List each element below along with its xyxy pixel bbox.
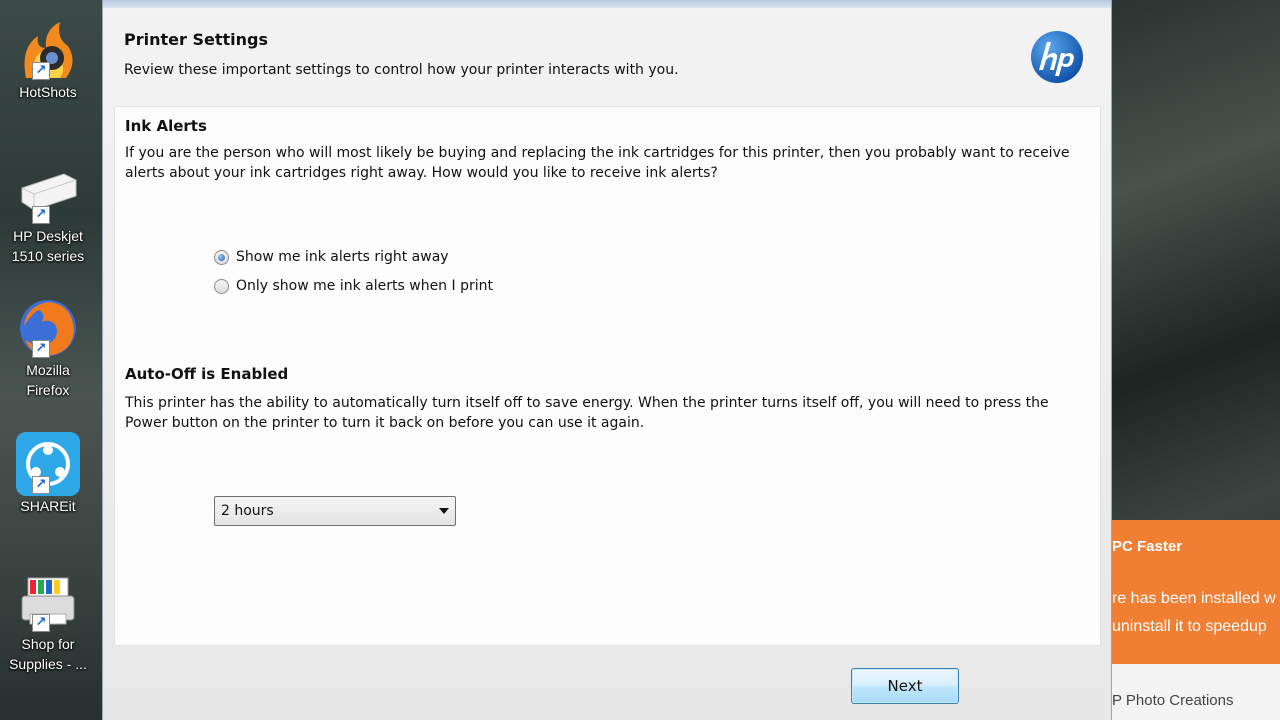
desktop-icon-label: Mozilla (26, 362, 70, 378)
desktop-icon-label: HP Deskjet (13, 228, 83, 244)
desktop-icon-label-line2: Supplies - ... (9, 656, 87, 672)
notification-text-line2: uninstall it to speedup (1112, 618, 1267, 635)
next-button[interactable]: Next (851, 668, 959, 704)
desktop-icon-label: HotShots (19, 84, 77, 100)
shortcut-arrow-icon: ↗ (32, 62, 50, 80)
hp-logo-icon (1030, 30, 1084, 84)
radio-button-checked[interactable] (214, 249, 229, 265)
desktop-icon-shareit[interactable]: ↗ SHAREit (0, 432, 96, 516)
ink-alerts-title: Ink Alerts (125, 117, 207, 135)
ink-alerts-description: If you are the person who will most like… (125, 145, 1070, 181)
dropdown-value: 2 hours (221, 503, 274, 519)
chevron-down-icon[interactable] (439, 508, 449, 514)
printer-setup-dialog: Printer Settings Review these important … (102, 0, 1112, 720)
radio-alerts-when-print[interactable]: Only show me ink alerts when I print (214, 278, 493, 294)
desktop-left: ↗ HotShots ↗ HP Deskjet 1510 series ↗ Mo… (0, 0, 102, 720)
radio-alerts-right-away[interactable]: Show me ink alerts right away (214, 249, 449, 265)
radio-label: Only show me ink alerts when I print (236, 278, 493, 294)
radio-label: Show me ink alerts right away (236, 249, 449, 265)
notification-text-line1: re has been installed w (1112, 590, 1276, 607)
printer-icon: ↗ (16, 162, 80, 226)
hotshots-icon: ↗ (16, 18, 80, 82)
desktop-icon-label: SHAREit (20, 498, 76, 514)
firefox-icon: ↗ (16, 296, 80, 360)
auto-off-title: Auto-Off is Enabled (125, 365, 289, 383)
auto-off-description: This printer has the ability to automati… (125, 395, 1049, 431)
desktop-icon-label-line2: Firefox (26, 382, 70, 398)
desktop-icon-shop-supplies[interactable]: ↗ Shop for Supplies - ... (0, 570, 96, 674)
shortcut-arrow-icon: ↗ (32, 340, 50, 358)
shareit-icon: ↗ (16, 432, 80, 496)
desktop-icon-hotshots[interactable]: ↗ HotShots (0, 18, 96, 102)
notification-footer: P Photo Creations (1112, 664, 1280, 720)
desktop-icon-label: Shop for (21, 636, 75, 652)
shortcut-arrow-icon: ↗ (32, 476, 50, 494)
settings-panel: Ink Alerts If you are the person who wil… (114, 106, 1101, 646)
auto-off-dropdown[interactable]: 2 hours (214, 496, 456, 526)
page-title: Printer Settings (124, 30, 268, 49)
desktop-icon-firefox[interactable]: ↗ Mozilla Firefox (0, 296, 96, 400)
desktop-icon-hp-deskjet[interactable]: ↗ HP Deskjet 1510 series (0, 162, 96, 266)
notification-popup[interactable]: PC Faster re has been installed w uninst… (1112, 520, 1280, 664)
titlebar (103, 0, 1111, 8)
page-subtitle: Review these important settings to contr… (124, 62, 679, 78)
radio-button[interactable] (214, 278, 229, 294)
notification-footer-text: P Photo Creations (1112, 692, 1234, 709)
shortcut-arrow-icon: ↗ (32, 614, 50, 632)
printer-supplies-icon: ↗ (16, 570, 80, 634)
notification-title: PC Faster (1112, 538, 1183, 555)
shortcut-arrow-icon: ↗ (32, 206, 50, 224)
desktop-icon-label-line2: 1510 series (11, 248, 85, 264)
